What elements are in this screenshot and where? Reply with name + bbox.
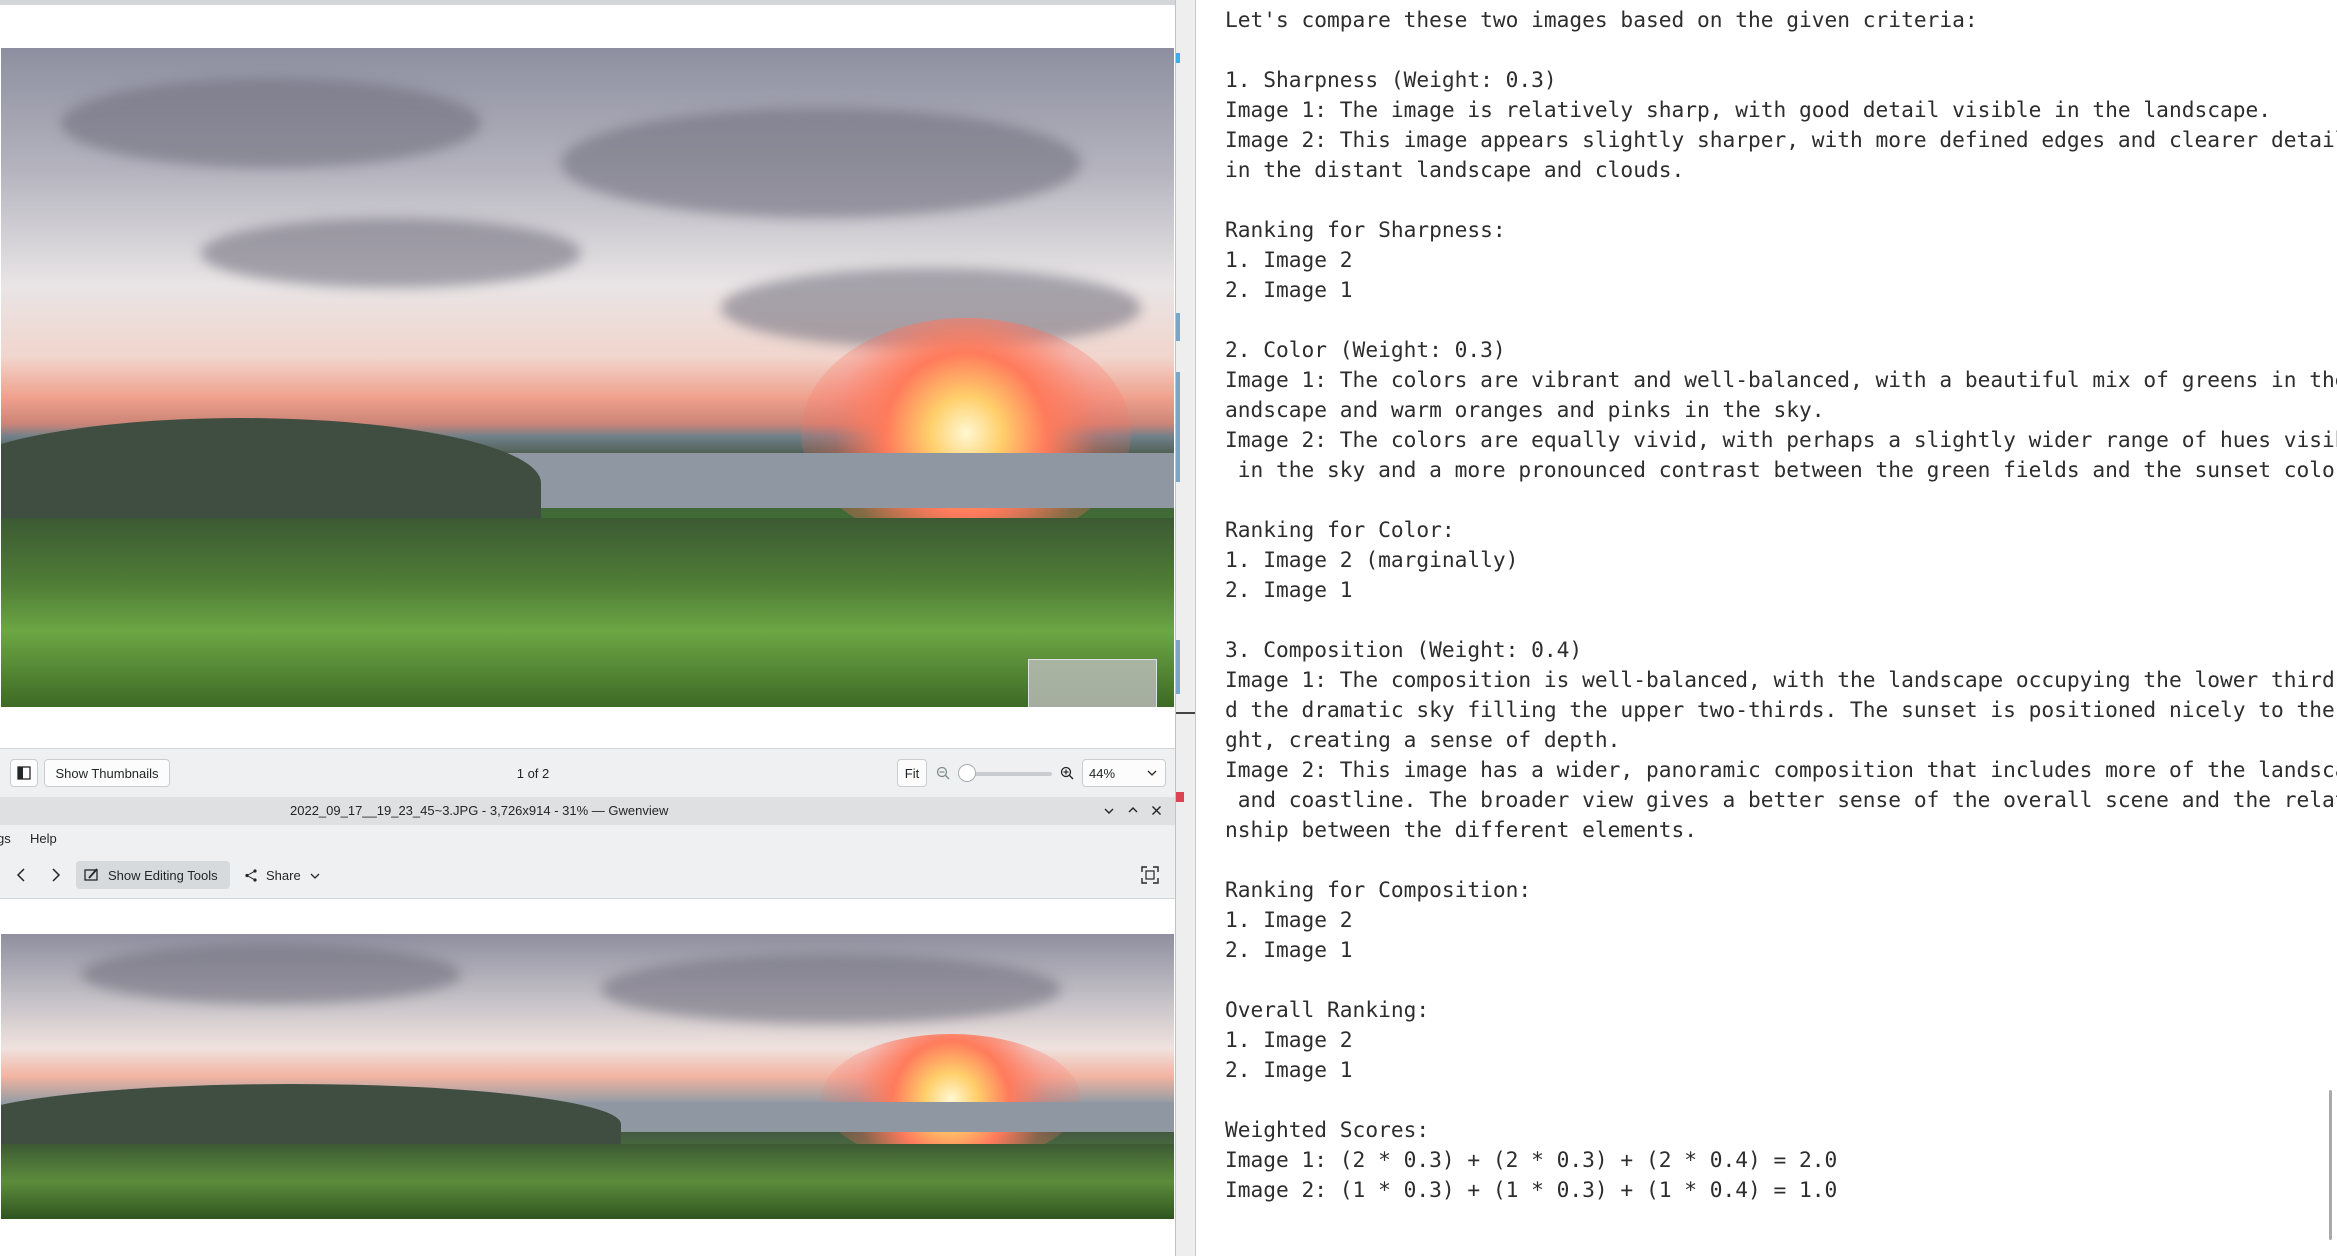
edit-image-icon (84, 868, 98, 881)
show-editing-tools-button[interactable]: Show Editing Tools (76, 861, 230, 889)
text-line: Ranking for Sharpness: (1225, 217, 1506, 242)
fit-button[interactable]: Fit (897, 759, 927, 787)
sidebar-toggle-button[interactable] (10, 759, 38, 787)
text-line (1225, 485, 2337, 515)
text-line: Weighted Scores: (1225, 1117, 1430, 1142)
text-line: 3. Composition (Weight: 0.4) (1225, 637, 1583, 662)
text-line: Image 2: (1 * 0.3) + (1 * 0.3) + (1 * 0.… (1225, 1177, 1838, 1202)
cloud (201, 218, 581, 288)
fields (1, 1144, 1174, 1219)
show-thumbnails-button[interactable]: Show Thumbnails (44, 759, 170, 787)
zoom-combobox[interactable]: 44% (1082, 759, 1166, 787)
text-line: andscape and warm oranges and pinks in t… (1225, 397, 1825, 422)
resize-marker (1176, 313, 1180, 341)
zoom-out-icon (936, 766, 950, 780)
page-counter: 1 of 2 (516, 766, 550, 781)
zoom-slider-handle[interactable] (958, 764, 976, 782)
text-line: Overall Ranking: (1225, 997, 1430, 1022)
cloud (81, 944, 461, 1004)
resize-marker (1176, 712, 1195, 714)
share-label: Share (266, 868, 301, 883)
resize-marker (1176, 792, 1184, 802)
sunset-glow (801, 318, 1131, 548)
minimap[interactable] (1028, 659, 1157, 707)
maximize-icon[interactable] (1127, 805, 1139, 815)
text-line: Image 2: This image has a wider, panoram… (1225, 757, 2337, 782)
resize-marker (1176, 640, 1180, 694)
top-viewer-window: Show Thumbnails 1 of 2 Fit 44% (0, 0, 1176, 798)
title-bar: 2022_09_17__19_23_45~3.JPG - 3,726x914 -… (0, 797, 1175, 825)
text-line: Image 1: (2 * 0.3) + (2 * 0.3) + (2 * 0.… (1225, 1147, 1838, 1172)
scrollbar-thumb[interactable] (2329, 1090, 2332, 1240)
window-separator (1176, 0, 1196, 1256)
text-panel[interactable]: Let's compare these two images based on … (1196, 0, 2337, 1256)
text-line: Image 1: The image is relatively sharp, … (1225, 97, 2271, 122)
chevron-down-icon (310, 873, 320, 879)
menu-bar: gs Help (0, 825, 1175, 851)
image-1-view[interactable] (1, 48, 1174, 707)
text-line (1225, 35, 2337, 65)
text-line: 1. Image 2 (1225, 907, 1353, 932)
resize-marker (1176, 372, 1180, 482)
text-line: Ranking for Composition: (1225, 877, 1532, 902)
comparison-text: Let's compare these two images based on … (1225, 5, 2337, 1205)
menu-help[interactable]: Help (30, 831, 57, 846)
text-line: 1. Image 2 (1225, 1027, 1353, 1052)
cloud (561, 108, 1081, 218)
chevron-left-icon[interactable] (16, 867, 26, 883)
text-line: nship between the different elements. (1225, 817, 1697, 842)
text-line: Ranking for Color: (1225, 517, 1455, 542)
zoom-in-icon (1060, 766, 1074, 780)
share-button[interactable]: Share (240, 861, 326, 889)
menu-settings[interactable]: gs (0, 831, 11, 846)
text-line: 1. Sharpness (Weight: 0.3) (1225, 67, 1557, 92)
sidebar-toggle-icon (17, 766, 31, 780)
chevron-down-icon (1147, 770, 1157, 776)
text-line: Image 1: The composition is well-balance… (1225, 667, 2337, 692)
cloud (61, 78, 481, 168)
text-line: 2. Image 1 (1225, 937, 1353, 962)
text-line: 1. Image 2 (marginally) (1225, 547, 1519, 572)
text-line: 2. Image 1 (1225, 1057, 1353, 1082)
text-line: ght, creating a sense of depth. (1225, 727, 1621, 752)
minimize-icon[interactable] (1103, 806, 1115, 816)
window-title: 2022_09_17__19_23_45~3.JPG - 3,726x914 -… (290, 803, 669, 818)
image-2-view[interactable] (1, 934, 1174, 1219)
text-line (1225, 605, 2337, 635)
text-line: 2. Color (Weight: 0.3) (1225, 337, 1506, 362)
text-line: d the dramatic sky filling the upper two… (1225, 697, 2337, 722)
text-line (1225, 185, 2337, 215)
fullscreen-icon[interactable] (1141, 866, 1159, 884)
main-toolbar: Show Editing Tools Share (0, 851, 1175, 899)
text-line: 2. Image 1 (1225, 277, 1353, 302)
close-icon[interactable] (1151, 805, 1162, 816)
cloud (601, 954, 1061, 1024)
zoom-in-button[interactable] (1059, 765, 1075, 781)
text-line (1225, 845, 2337, 875)
top-window-edge (0, 0, 1175, 5)
zoom-value: 44% (1089, 766, 1116, 781)
zoom-out-button[interactable] (935, 765, 951, 781)
show-editing-tools-label: Show Editing Tools (108, 868, 218, 883)
text-line (1225, 1085, 2337, 1115)
text-line: and coastline. The broader view gives a … (1225, 787, 2337, 812)
gwenview-window: 2022_09_17__19_23_45~3.JPG - 3,726x914 -… (0, 797, 1176, 1256)
chevron-right-icon[interactable] (51, 867, 61, 883)
resize-marker (1176, 53, 1180, 63)
text-line: Image 2: The colors are equally vivid, w… (1225, 427, 2337, 452)
text-line: in the distant landscape and clouds. (1225, 157, 1685, 182)
share-icon (245, 869, 257, 882)
text-line: Image 2: This image appears slightly sha… (1225, 127, 2337, 152)
text-line: 1. Image 2 (1225, 247, 1353, 272)
text-line: Let's compare these two images based on … (1225, 7, 1978, 32)
fields (1, 518, 1174, 707)
text-line: Image 1: The colors are vibrant and well… (1225, 367, 2337, 392)
text-line (1225, 305, 2337, 335)
top-viewer-toolbar: Show Thumbnails 1 of 2 Fit 44% (0, 748, 1175, 798)
text-line: in the sky and a more pronounced contras… (1225, 457, 2337, 482)
text-line: 2. Image 1 (1225, 577, 1353, 602)
text-line (1225, 965, 2337, 995)
